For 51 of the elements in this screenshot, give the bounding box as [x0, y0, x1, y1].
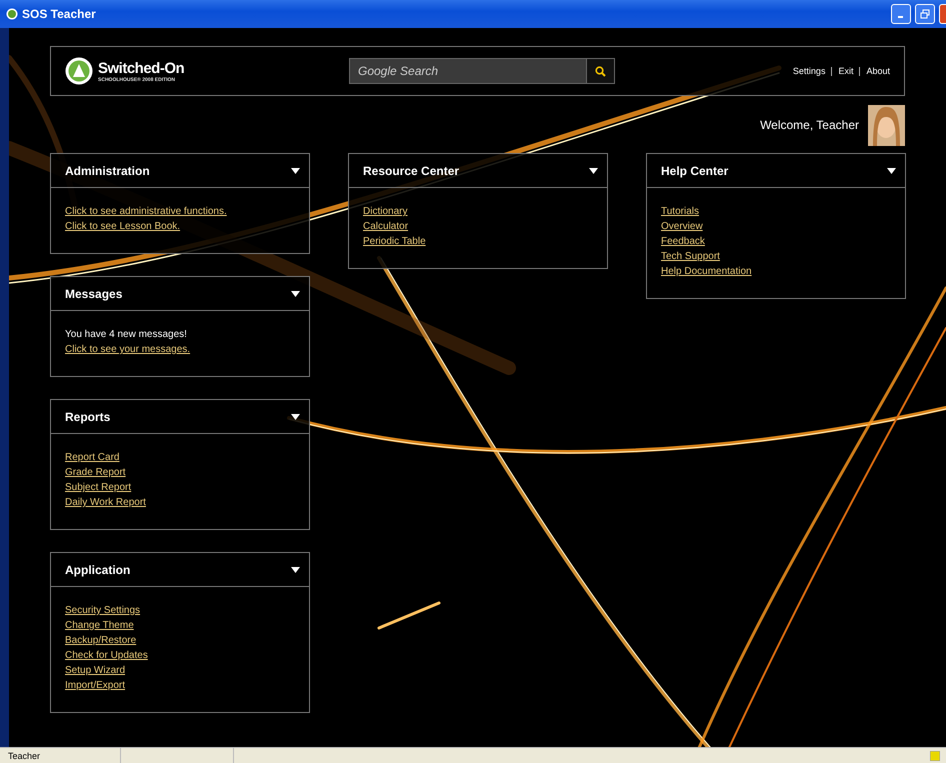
panel-link[interactable]: Overview — [661, 220, 703, 233]
welcome-text: Welcome, Teacher — [760, 118, 859, 132]
caret-icon[interactable] — [291, 414, 300, 420]
panel-title: Application — [65, 562, 130, 576]
panel-title: Resource Center — [363, 164, 460, 178]
header-link[interactable]: Exit — [838, 66, 854, 76]
panel-link[interactable]: Dictionary — [363, 205, 408, 218]
panel-link[interactable]: Periodic Table — [363, 235, 426, 248]
minimize-button[interactable] — [891, 4, 911, 24]
panel-link[interactable]: Subject Report — [65, 481, 132, 494]
header-link[interactable]: About — [866, 66, 890, 76]
panel-link[interactable]: Help Documentation — [661, 265, 752, 278]
caret-icon[interactable] — [291, 168, 300, 174]
panel-link[interactable]: Click to see Lesson Book. — [65, 220, 180, 233]
status-text: Teacher — [0, 748, 121, 763]
panel-link[interactable]: Report Card — [65, 451, 120, 464]
panel-link[interactable]: Change Theme — [65, 619, 134, 632]
panel-link[interactable]: Backup/Restore — [65, 634, 136, 647]
header-link[interactable]: Settings — [792, 66, 826, 76]
caret-icon[interactable] — [887, 168, 896, 174]
restore-button[interactable] — [915, 4, 935, 24]
search-icon — [595, 66, 606, 76]
panel-link[interactable]: Check for Updates — [65, 649, 148, 662]
logo-name: Switched-On — [98, 60, 184, 76]
status-icon — [930, 750, 940, 760]
close-button[interactable] — [939, 4, 946, 24]
search-field[interactable]: Google Search — [349, 58, 615, 84]
panel-link[interactable]: Click to see your messages. — [65, 343, 190, 356]
panel-title: Messages — [65, 286, 122, 300]
caret-icon[interactable] — [291, 566, 300, 572]
panel-link[interactable]: Tutorials — [661, 205, 699, 218]
logo-icon — [65, 57, 93, 85]
panel-title: Reports — [65, 410, 110, 424]
search-button[interactable] — [586, 59, 614, 83]
panel-link[interactable]: Click to see administrative functions. — [65, 205, 227, 218]
window-title: SOS Teacher — [22, 7, 97, 21]
panel-link[interactable]: Grade Report — [65, 466, 126, 479]
panel-link[interactable]: Import/Export — [65, 679, 126, 692]
restore-icon — [920, 9, 930, 19]
panel-title: Administration — [65, 164, 150, 178]
panel-title: Help Center — [661, 164, 728, 178]
caret-icon[interactable] — [589, 168, 598, 174]
panel-link[interactable]: Setup Wizard — [65, 664, 126, 677]
panel-link[interactable]: Security Settings — [65, 604, 140, 617]
panel-link[interactable]: Tech Support — [661, 250, 720, 263]
panel-message: You have 4 new messages! — [65, 328, 188, 341]
caret-icon[interactable] — [291, 290, 300, 296]
app-logo-icon — [6, 8, 18, 20]
panel-link[interactable]: Calculator — [363, 220, 408, 233]
panel-link[interactable]: Daily Work Report — [65, 496, 146, 509]
panel-link[interactable]: Feedback — [661, 235, 705, 248]
